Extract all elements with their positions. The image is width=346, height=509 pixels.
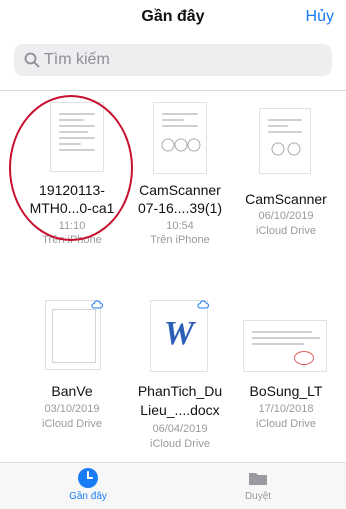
file-location: Trên iPhone (42, 234, 102, 246)
file-location: iCloud Drive (256, 225, 316, 237)
file-location: Trên iPhone (150, 234, 210, 246)
file-date: 06/10/2019 (258, 210, 314, 222)
file-name: BanVe (51, 383, 93, 399)
file-name: BoSung_LT (249, 383, 323, 399)
page-title: Gần đây (141, 8, 205, 25)
file-item[interactable]: BoSung_LT 17/10/2018 iCloud Drive (231, 298, 341, 458)
divider (0, 90, 346, 91)
cancel-button[interactable]: Hủy (306, 8, 334, 26)
folder-icon (249, 473, 267, 485)
file-item[interactable]: BanVe 03/10/2019 iCloud Drive (17, 298, 127, 458)
nav-header: Gần đây Hủy (0, 0, 346, 40)
file-name-line2: MTH0...0-ca1 (29, 200, 115, 216)
file-time: 11:10 (58, 220, 86, 232)
diagram-icon (271, 142, 301, 156)
file-date: 06/04/2019 (152, 423, 208, 435)
search-input[interactable]: Tìm kiếm (14, 44, 332, 76)
file-thumbnail (50, 102, 104, 172)
file-name-line2: Lieu_....docx (140, 402, 220, 418)
search-placeholder: Tìm kiếm (44, 51, 110, 68)
file-thumbnail (45, 300, 101, 370)
file-thumbnail: W (150, 300, 208, 372)
clock-icon (78, 468, 98, 488)
file-item[interactable]: W PhanTich_Du Lieu_....docx 06/04/2019 i… (125, 298, 235, 458)
file-time: 10:54 (166, 220, 194, 232)
file-name: 19120113- (39, 182, 105, 198)
file-name: PhanTich_Du (137, 383, 223, 399)
word-document-icon: W (163, 315, 195, 352)
file-item[interactable]: CamScanner 07-16....39(1) 10:54 Trên iPh… (125, 100, 235, 265)
file-location: iCloud Drive (256, 418, 316, 430)
file-item[interactable]: CamScanner 06/10/2019 iCloud Drive (231, 100, 341, 265)
file-thumbnail (153, 102, 207, 174)
file-location: iCloud Drive (42, 418, 102, 430)
file-date: 03/10/2019 (44, 403, 100, 415)
file-name-line2: 07-16....39(1) (137, 200, 223, 216)
tab-browse[interactable]: Duyệt (213, 467, 303, 502)
file-thumbnail (243, 320, 327, 372)
tab-label: Duyệt (244, 491, 272, 502)
tab-recent[interactable]: Gần đây (43, 467, 133, 502)
cloud-download-icon (91, 300, 103, 309)
tab-bar: Gần đây Duyệt (0, 462, 346, 509)
cloud-download-icon (197, 300, 209, 309)
file-name: CamScanner (139, 182, 221, 198)
file-name: CamScanner (245, 191, 327, 207)
file-location: iCloud Drive (150, 438, 210, 450)
search-icon (24, 52, 40, 68)
file-item[interactable]: 19120113- MTH0...0-ca1 11:10 Trên iPhone (17, 100, 127, 265)
tab-label: Gần đây (69, 491, 107, 502)
file-date: 17/10/2018 (258, 403, 314, 415)
file-thumbnail (259, 108, 311, 174)
diagram-icon (161, 138, 201, 152)
